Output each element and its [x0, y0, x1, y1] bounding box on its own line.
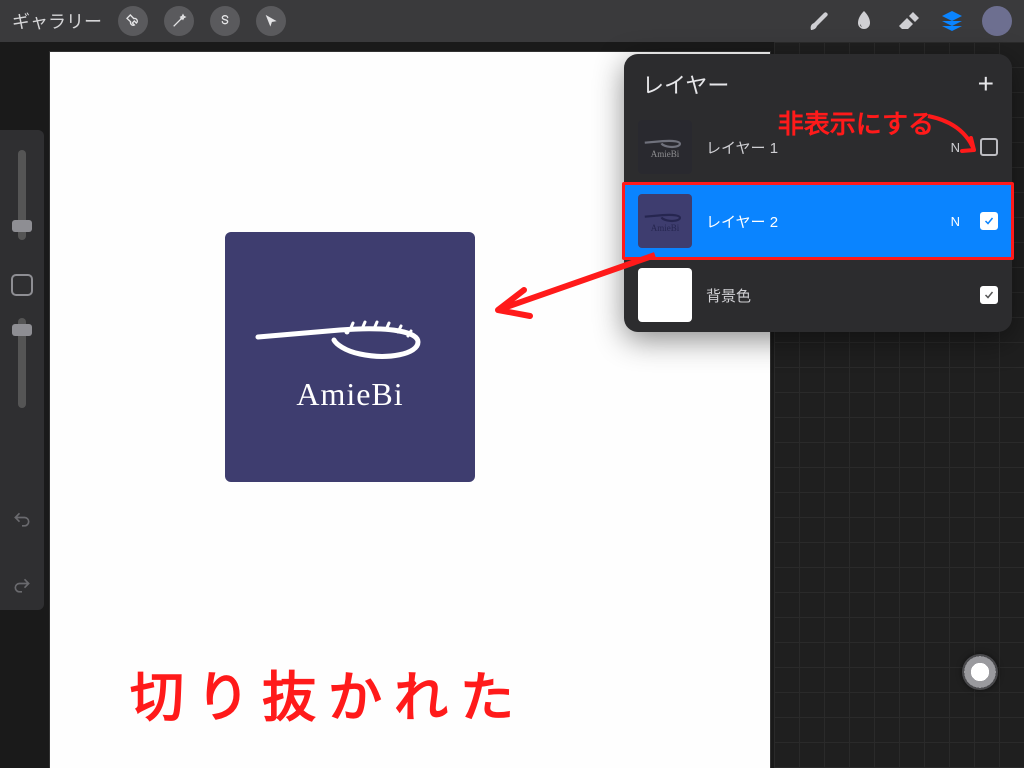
transform-button[interactable]: [256, 6, 286, 36]
annotation-cutout-text: 切り抜かれた: [130, 653, 526, 732]
arrow-icon: [263, 13, 279, 29]
layers-icon: [940, 9, 964, 33]
wrench-icon: [125, 13, 141, 29]
brush-size-slider[interactable]: [18, 150, 26, 240]
color-picker-button[interactable]: [982, 6, 1012, 36]
layer-name: 背景色: [706, 285, 946, 306]
logo-artwork: AmieBi: [225, 232, 475, 482]
brush-size-handle[interactable]: [12, 220, 32, 232]
undo-icon: [12, 510, 32, 530]
layer-blend-mode[interactable]: N: [951, 140, 960, 155]
layer-thumbnail: AmieBi: [638, 120, 692, 174]
selection-button[interactable]: [210, 6, 240, 36]
annotation-hide-text: 非表示にする: [778, 104, 934, 141]
check-icon: [983, 289, 995, 301]
layer-row[interactable]: 背景色: [624, 258, 1012, 332]
shrimp-drawing-icon: [250, 302, 450, 372]
select-s-icon: [217, 13, 233, 29]
actions-button[interactable]: [118, 6, 148, 36]
adjustments-button[interactable]: [164, 6, 194, 36]
layers-panel-title: レイヤー: [642, 68, 729, 100]
layer-visibility-checkbox[interactable]: [980, 138, 998, 156]
layers-tool[interactable]: [930, 0, 974, 42]
opacity-slider[interactable]: [18, 318, 26, 408]
undo-button[interactable]: [0, 502, 44, 538]
layer-blend-mode[interactable]: N: [951, 214, 960, 229]
modify-button[interactable]: [11, 274, 33, 296]
opacity-handle[interactable]: [12, 324, 32, 336]
brush-tool[interactable]: [798, 0, 842, 42]
layer-visibility-checkbox[interactable]: [980, 286, 998, 304]
quick-menu-button[interactable]: [962, 654, 998, 690]
layer-visibility-checkbox[interactable]: [980, 212, 998, 230]
logo-text: AmieBi: [296, 376, 403, 413]
wand-icon: [171, 13, 187, 29]
layers-panel: レイヤー + AmieBi レイヤー 1 N AmieBi レイヤー: [624, 54, 1012, 332]
top-toolbar: ギャラリー: [0, 0, 1024, 42]
redo-icon: [12, 576, 32, 596]
left-sidebar: [0, 130, 44, 610]
smudge-tool[interactable]: [842, 0, 886, 42]
layer-thumbnail: [638, 268, 692, 322]
eraser-icon: [896, 9, 920, 33]
brush-icon: [808, 9, 832, 33]
layer-name: レイヤー 2: [706, 211, 937, 232]
smudge-icon: [852, 9, 876, 33]
layer-row[interactable]: AmieBi レイヤー 2 N: [624, 184, 1012, 258]
layer-thumbnail: AmieBi: [638, 194, 692, 248]
gallery-button[interactable]: ギャラリー: [12, 8, 102, 34]
redo-button[interactable]: [0, 568, 44, 604]
check-icon: [983, 215, 995, 227]
eraser-tool[interactable]: [886, 0, 930, 42]
add-layer-button[interactable]: +: [978, 73, 994, 95]
